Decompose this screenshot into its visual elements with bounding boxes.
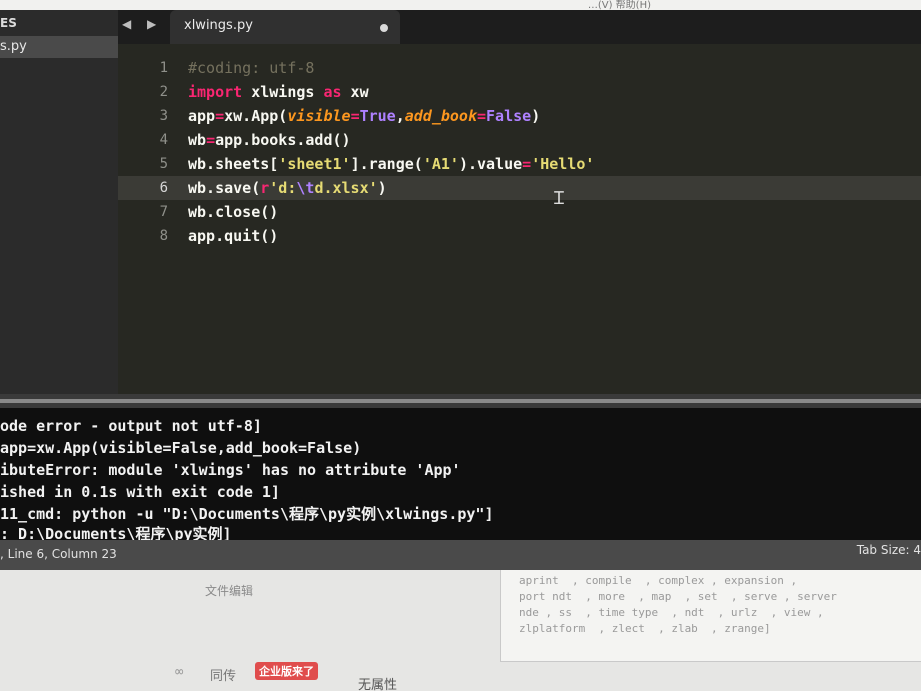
panel-splitter[interactable] <box>0 394 921 408</box>
line-number: 3 <box>159 108 168 124</box>
line-number: 4 <box>159 132 168 148</box>
promo-badge[interactable]: 企业版来了 <box>255 662 318 680</box>
line-number: 2 <box>159 84 168 100</box>
line-number: 1 <box>159 60 168 76</box>
code-line-5: wb.sheets['sheet1'].range('A1').value='H… <box>188 155 595 173</box>
background-label: 无属性 <box>358 678 398 691</box>
background-label: 文件编辑 <box>205 584 254 598</box>
output-line: app=xw.App(visible=False,add_book=False) <box>0 439 362 457</box>
editor-window: ES s.py ◀ ▶ xlwings.py 1 2 3 4 5 6 7 8 #… <box>0 10 921 570</box>
code-line-6: wb.save(r'd:\td.xlsx') <box>188 179 387 197</box>
sidebar: ES s.py <box>0 10 118 395</box>
background-page: 文件编辑 ∞ 同传 企业版来了 无属性 aprint , compile , c… <box>0 570 921 691</box>
top-strip: …(V) 帮助(H) <box>0 0 921 11</box>
unsaved-dot-icon[interactable] <box>380 24 388 32</box>
line-number: 7 <box>159 204 168 220</box>
line-number: 5 <box>159 156 168 172</box>
line-number: 6 <box>159 180 168 196</box>
doc-line: nde , ss , time type , ndt , urlz , view… <box>519 606 831 619</box>
doc-line: aprint , compile , complex , expansion , <box>519 574 804 587</box>
build-output-panel: ode error - output not utf-8] app=xw.App… <box>0 408 921 543</box>
text-cursor-icon: Ɪ <box>554 188 565 209</box>
code-line-7: wb.close() <box>188 203 279 221</box>
code-line-4: wb=app.books.add() <box>188 131 351 149</box>
code-line-3: app=xw.App(visible=True,add_book=False) <box>188 107 541 125</box>
doc-line: port ndt , more , map , set , serve , se… <box>519 590 837 603</box>
code-editor[interactable]: 1 2 3 4 5 6 7 8 #coding: utf-8 import xl… <box>118 44 921 394</box>
tab-bar: ◀ ▶ xlwings.py <box>118 10 921 44</box>
background-label: 同传 <box>210 669 237 684</box>
code-line-1: #coding: utf-8 <box>188 59 315 77</box>
share-icon: ∞ <box>175 664 184 680</box>
doc-panel: aprint , compile , complex , expansion ,… <box>500 570 921 662</box>
status-bar: , Line 6, Column 23 Tab Size: 4 <box>0 540 921 570</box>
doc-line: zlplatform , zlect , zlab , zrange] <box>519 622 771 635</box>
code-line-8: app.quit() <box>188 227 279 245</box>
tab-nav-arrows[interactable]: ◀ ▶ <box>122 17 162 31</box>
sidebar-header: ES <box>0 16 17 30</box>
tab-label: xlwings.py <box>184 18 253 33</box>
code-line-2: import xlwings as xw <box>188 83 369 101</box>
line-gutter: 1 2 3 4 5 6 7 8 <box>118 44 178 394</box>
tab-size-indicator[interactable]: Tab Size: 4 <box>857 543 921 557</box>
sidebar-item-file[interactable]: s.py <box>0 36 118 58</box>
line-number: 8 <box>159 228 168 244</box>
output-line: ished in 0.1s with exit code 1] <box>0 483 280 501</box>
output-line: ibuteError: module 'xlwings' has no attr… <box>0 461 461 479</box>
splitter-grip[interactable] <box>0 399 921 403</box>
cursor-position: , Line 6, Column 23 <box>0 547 117 561</box>
output-line: 11_cmd: python -u "D:\Documents\程序\py实例\… <box>0 505 494 523</box>
output-line: ode error - output not utf-8] <box>0 417 262 435</box>
tab-xlwings[interactable]: xlwings.py <box>170 10 400 44</box>
